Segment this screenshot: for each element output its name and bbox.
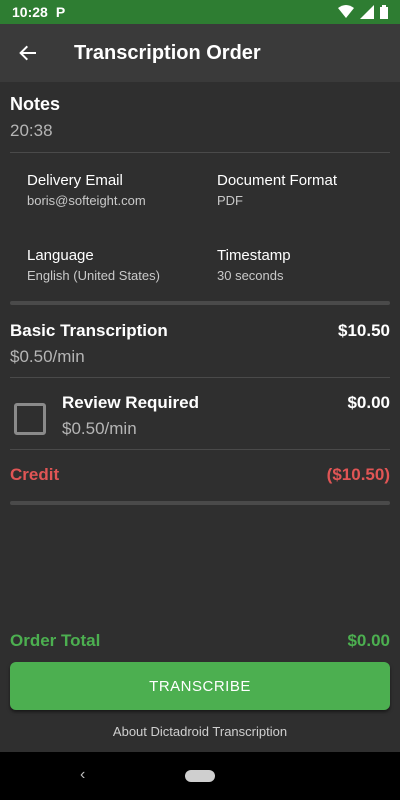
back-button[interactable] [0,24,56,82]
section-divider [10,301,390,305]
basic-transcription-rate: $0.50/min [10,347,85,366]
language-field[interactable]: Language English (United States) [27,247,197,283]
app-bar: Transcription Order [0,24,400,82]
order-total-row: Order Total $0.00 [10,631,390,651]
recording-info: Notes 20:38 [10,94,60,141]
order-content: Notes 20:38 Delivery Email boris@softeig… [0,82,400,752]
review-required-item[interactable]: Review Required $0.50/min $0.00 [62,393,390,439]
divider [10,449,390,450]
credit-amount: ($10.50) [326,465,390,484]
review-required-title: Review Required [62,393,199,412]
status-time: 10:28 [12,4,48,20]
divider [10,377,390,378]
language-value: English (United States) [27,268,160,283]
about-link[interactable]: About Dictadroid Transcription [0,724,400,739]
divider [10,152,390,153]
basic-transcription-price: $10.50 [338,321,390,340]
arrow-back-icon [19,45,36,61]
page-title: Transcription Order [74,41,261,64]
nav-back-icon[interactable]: ‹ [80,766,85,784]
timestamp-field[interactable]: Timestamp 30 seconds [217,247,387,283]
status-bar: 10:28 P [0,0,400,24]
system-nav-bar: ‹ [0,752,400,800]
review-required-rate: $0.50/min [62,419,137,438]
delivery-email-field[interactable]: Delivery Email boris@softeight.com [27,172,197,208]
delivery-email-label: Delivery Email [27,172,123,189]
document-format-value: PDF [217,193,243,208]
battery-icon [380,5,388,19]
recording-duration: 20:38 [10,121,53,140]
order-total-amount: $0.00 [347,631,390,650]
nav-home-pill[interactable] [185,770,215,782]
basic-transcription-item: Basic Transcription $0.50/min $10.50 [10,321,390,367]
transcribe-button[interactable]: TRANSCRIBE [10,662,390,710]
recording-title: Notes [10,94,61,114]
delivery-email-value: boris@softeight.com [27,193,146,208]
basic-transcription-title: Basic Transcription [10,321,168,340]
document-format-field[interactable]: Document Format PDF [217,172,387,208]
language-label: Language [27,247,94,264]
review-required-checkbox[interactable] [14,403,46,435]
credit-label: Credit [10,465,60,484]
wifi-icon [338,5,354,18]
signal-icon [360,5,374,19]
document-format-label: Document Format [217,172,338,189]
order-total-label: Order Total [10,631,101,650]
app-notification-icon: P [55,4,66,20]
status-icons [338,5,388,19]
section-divider [10,501,390,505]
credit-row: Credit ($10.50) [10,465,390,485]
timestamp-label: Timestamp [217,247,291,264]
review-required-price: $0.00 [347,393,390,412]
timestamp-value: 30 seconds [217,268,284,283]
